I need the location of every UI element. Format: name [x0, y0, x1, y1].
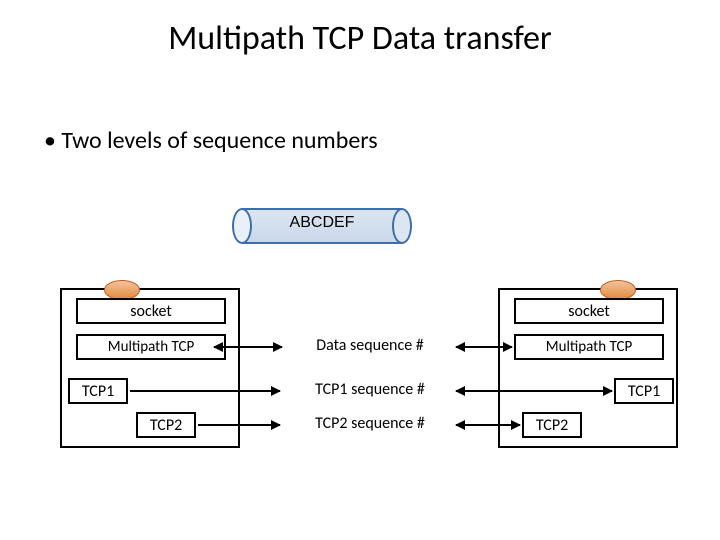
slide-title: Multipath TCP Data transfer — [0, 18, 720, 59]
right-host-stack: socket Multipath TCP TCP1 TCP2 — [498, 288, 678, 448]
oval-connector-icon — [600, 280, 636, 300]
arrow-tcp1-right — [456, 390, 612, 392]
left-tcp2-box: TCP2 — [136, 412, 196, 438]
data-cylinder: ABCDEF — [232, 208, 412, 244]
left-mptcp-box: Multipath TCP — [76, 334, 226, 360]
arrow-data-right — [456, 346, 512, 348]
tcp2-sequence-label: TCP2 sequence # — [280, 414, 460, 433]
right-tcp2-box: TCP2 — [522, 412, 582, 438]
right-tcp1-box: TCP1 — [614, 378, 674, 404]
cylinder-label: ABCDEF — [232, 214, 412, 232]
arrow-tcp2-right — [456, 424, 520, 426]
right-socket-box: socket — [514, 298, 664, 324]
arrow-data-left — [214, 346, 282, 348]
left-socket-box: socket — [76, 298, 226, 324]
oval-connector-icon — [104, 280, 140, 300]
data-sequence-label: Data sequence # — [280, 336, 460, 355]
bullet-line: Two levels of sequence numbers — [44, 126, 378, 155]
left-tcp1-box: TCP1 — [68, 378, 128, 404]
arrow-tcp2-left — [198, 424, 280, 426]
right-mptcp-box: Multipath TCP — [514, 334, 664, 360]
tcp1-sequence-label: TCP1 sequence # — [280, 380, 460, 399]
arrow-tcp1-left — [130, 390, 280, 392]
